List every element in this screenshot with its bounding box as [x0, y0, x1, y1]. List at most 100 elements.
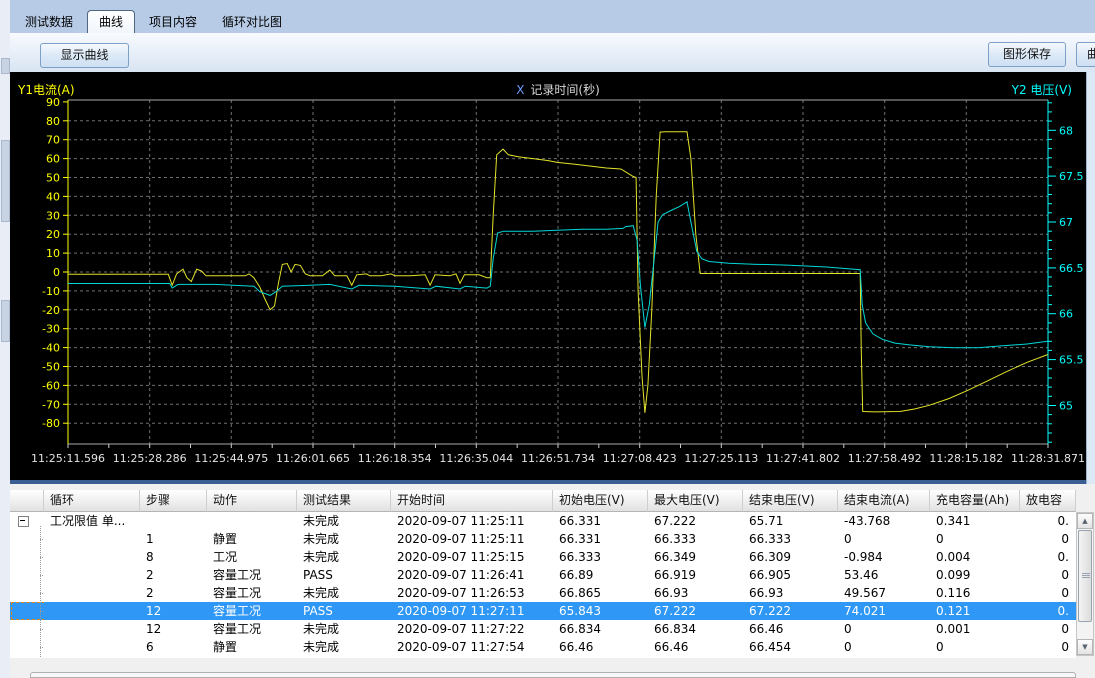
cell-tree	[10, 530, 44, 548]
cell-result: PASS	[297, 566, 391, 584]
table-row-2[interactable]: 1静置未完成2020-09-07 11:25:1166.33166.33366.…	[10, 530, 1076, 548]
cell-cap_dis: 0	[1020, 530, 1076, 548]
column-header-cap_dis[interactable]: 放电容	[1020, 490, 1076, 512]
column-header-step[interactable]: 步骤	[140, 490, 207, 512]
cell-iend: -74.02	[838, 656, 930, 658]
cell-vend: 66.46	[743, 620, 838, 638]
scroll-up-button[interactable]: ▲	[1077, 513, 1093, 529]
svg-text:11:25:11.596: 11:25:11.596	[31, 452, 105, 465]
cell-v0: 66.834	[553, 620, 648, 638]
column-header-iend[interactable]: 结束电流(A)	[838, 490, 930, 512]
y1-axis-title: Y1电流(A)	[18, 81, 75, 98]
svg-text:65: 65	[1059, 400, 1073, 413]
cell-cycle	[44, 620, 140, 638]
cell-v0: 66.331	[553, 512, 648, 530]
table-row-9[interactable]: 12容量工况PASS2020-09-07 11:27:5665.82165.82…	[10, 656, 1076, 658]
cell-action: 容量工况	[207, 584, 297, 602]
cell-result: 未完成	[297, 584, 391, 602]
battery-test-app: { "tabs": [ {"label": "测试数据", "active": …	[0, 0, 1095, 678]
cell-vend: 66.333	[743, 530, 838, 548]
svg-text:11:27:58.492: 11:27:58.492	[848, 452, 922, 465]
table-row-8[interactable]: 6静置未完成2020-09-07 11:27:5466.4666.4666.45…	[10, 638, 1076, 656]
table-header: 循环步骤动作测试结果开始时间初始电压(V)最大电压(V)结束电压(V)结束电流(…	[10, 490, 1076, 512]
column-header-action[interactable]: 动作	[207, 490, 297, 512]
cell-v0: 66.331	[553, 530, 648, 548]
x-axis-prefix: X	[516, 83, 524, 97]
svg-text:11:26:01.665: 11:26:01.665	[276, 452, 350, 465]
cell-tree	[10, 638, 44, 656]
table-row-7[interactable]: 12容量工况未完成2020-09-07 11:27:2266.83466.834…	[10, 620, 1076, 638]
cell-start: 2020-09-07 11:27:56	[391, 656, 553, 658]
scrollbar-thumb[interactable]	[1078, 530, 1092, 622]
tab-4[interactable]: 循环对比图	[211, 12, 293, 33]
table-row-5[interactable]: 2容量工况未完成2020-09-07 11:26:5366.86566.9366…	[10, 584, 1076, 602]
cell-vmax: 66.46	[648, 638, 743, 656]
x-tick-labels: 11:25:11.59611:25:28.28611:25:44.97511:2…	[31, 452, 1085, 465]
cell-tree	[10, 584, 44, 602]
svg-text:11:28:31.871: 11:28:31.871	[1011, 452, 1085, 465]
cell-start: 2020-09-07 11:27:54	[391, 638, 553, 656]
table-vertical-scrollbar[interactable]: ▲ ▼	[1076, 512, 1094, 656]
cell-vmax: 66.919	[648, 566, 743, 584]
svg-text:-20: -20	[42, 304, 60, 317]
clipped-curve-button[interactable]: 曲	[1076, 42, 1095, 67]
scroll-down-button[interactable]: ▼	[1077, 639, 1093, 655]
table-horizontal-scrollbar[interactable]	[30, 672, 1076, 678]
tree-collapse-icon[interactable]	[18, 516, 29, 527]
cell-vmax: 65.821	[648, 656, 743, 658]
save-graph-button[interactable]: 图形保存	[988, 42, 1066, 67]
column-header-tree[interactable]	[10, 490, 44, 512]
tab-strip: 测试数据曲线项目内容循环对比图	[10, 0, 1095, 33]
tab-2[interactable]: 曲线	[87, 10, 135, 33]
tab-1[interactable]: 测试数据	[14, 12, 84, 33]
cell-cap_dis: 0.	[1020, 602, 1076, 620]
cell-step: 2	[140, 584, 207, 602]
cell-start: 2020-09-07 11:25:11	[391, 530, 553, 548]
table-row-1[interactable]: 工况限值 单...未完成2020-09-07 11:25:1166.33167.…	[10, 512, 1076, 530]
cell-iend: -0.984	[838, 548, 930, 566]
cell-result: 未完成	[297, 638, 391, 656]
cell-cycle: 工况限值 单...	[44, 512, 140, 530]
cell-cap_chg: 0.121	[930, 602, 1020, 620]
cell-v0: 66.333	[553, 548, 648, 566]
cell-v0: 65.821	[553, 656, 648, 658]
cell-cap_dis: 0	[1020, 620, 1076, 638]
cell-start: 2020-09-07 11:25:15	[391, 548, 553, 566]
svg-text:11:26:51.734: 11:26:51.734	[521, 452, 595, 465]
column-header-start[interactable]: 开始时间	[391, 490, 553, 512]
tab-3[interactable]: 项目内容	[138, 12, 208, 33]
svg-text:-40: -40	[42, 342, 60, 355]
tree-trunk-line	[40, 526, 41, 658]
svg-text:11:27:08.423: 11:27:08.423	[603, 452, 677, 465]
cell-step	[140, 512, 207, 530]
cell-vmax: 66.349	[648, 548, 743, 566]
column-header-cap_chg[interactable]: 充电容量(Ah)	[930, 490, 1020, 512]
cell-cycle	[44, 548, 140, 566]
svg-text:66.5: 66.5	[1059, 262, 1084, 275]
column-header-vmax[interactable]: 最大电压(V)	[648, 490, 743, 512]
svg-text:67.5: 67.5	[1059, 170, 1084, 183]
svg-text:-10: -10	[42, 285, 60, 298]
thumb-grip-icon	[1082, 573, 1090, 579]
svg-text:10: 10	[46, 247, 60, 260]
cell-cycle	[44, 584, 140, 602]
cell-cap_chg: 0.004	[930, 548, 1020, 566]
table-row-4[interactable]: 2容量工况PASS2020-09-07 11:26:4166.8966.9196…	[10, 566, 1076, 584]
table-row-3[interactable]: 8工况未完成2020-09-07 11:25:1566.33366.34966.…	[10, 548, 1076, 566]
cell-start: 2020-09-07 11:27:22	[391, 620, 553, 638]
svg-text:67: 67	[1059, 216, 1073, 229]
cell-step: 6	[140, 638, 207, 656]
cell-cycle	[44, 638, 140, 656]
cell-cap_chg: 0.099	[930, 566, 1020, 584]
column-header-result[interactable]: 测试结果	[297, 490, 391, 512]
cell-result: 未完成	[297, 548, 391, 566]
show-curve-button[interactable]: 显示曲线	[40, 43, 129, 68]
column-header-v0[interactable]: 初始电压(V)	[553, 490, 648, 512]
table-row-6[interactable]: 12容量工况PASS2020-09-07 11:27:1165.84367.22…	[10, 602, 1076, 620]
svg-text:11:27:25.113: 11:27:25.113	[684, 452, 758, 465]
cell-cap_chg: 0.001	[930, 620, 1020, 638]
cell-vmax: 66.834	[648, 620, 743, 638]
column-header-cycle[interactable]: 循环	[44, 490, 140, 512]
cell-vend: 65.657	[743, 656, 838, 658]
column-header-vend[interactable]: 结束电压(V)	[743, 490, 838, 512]
